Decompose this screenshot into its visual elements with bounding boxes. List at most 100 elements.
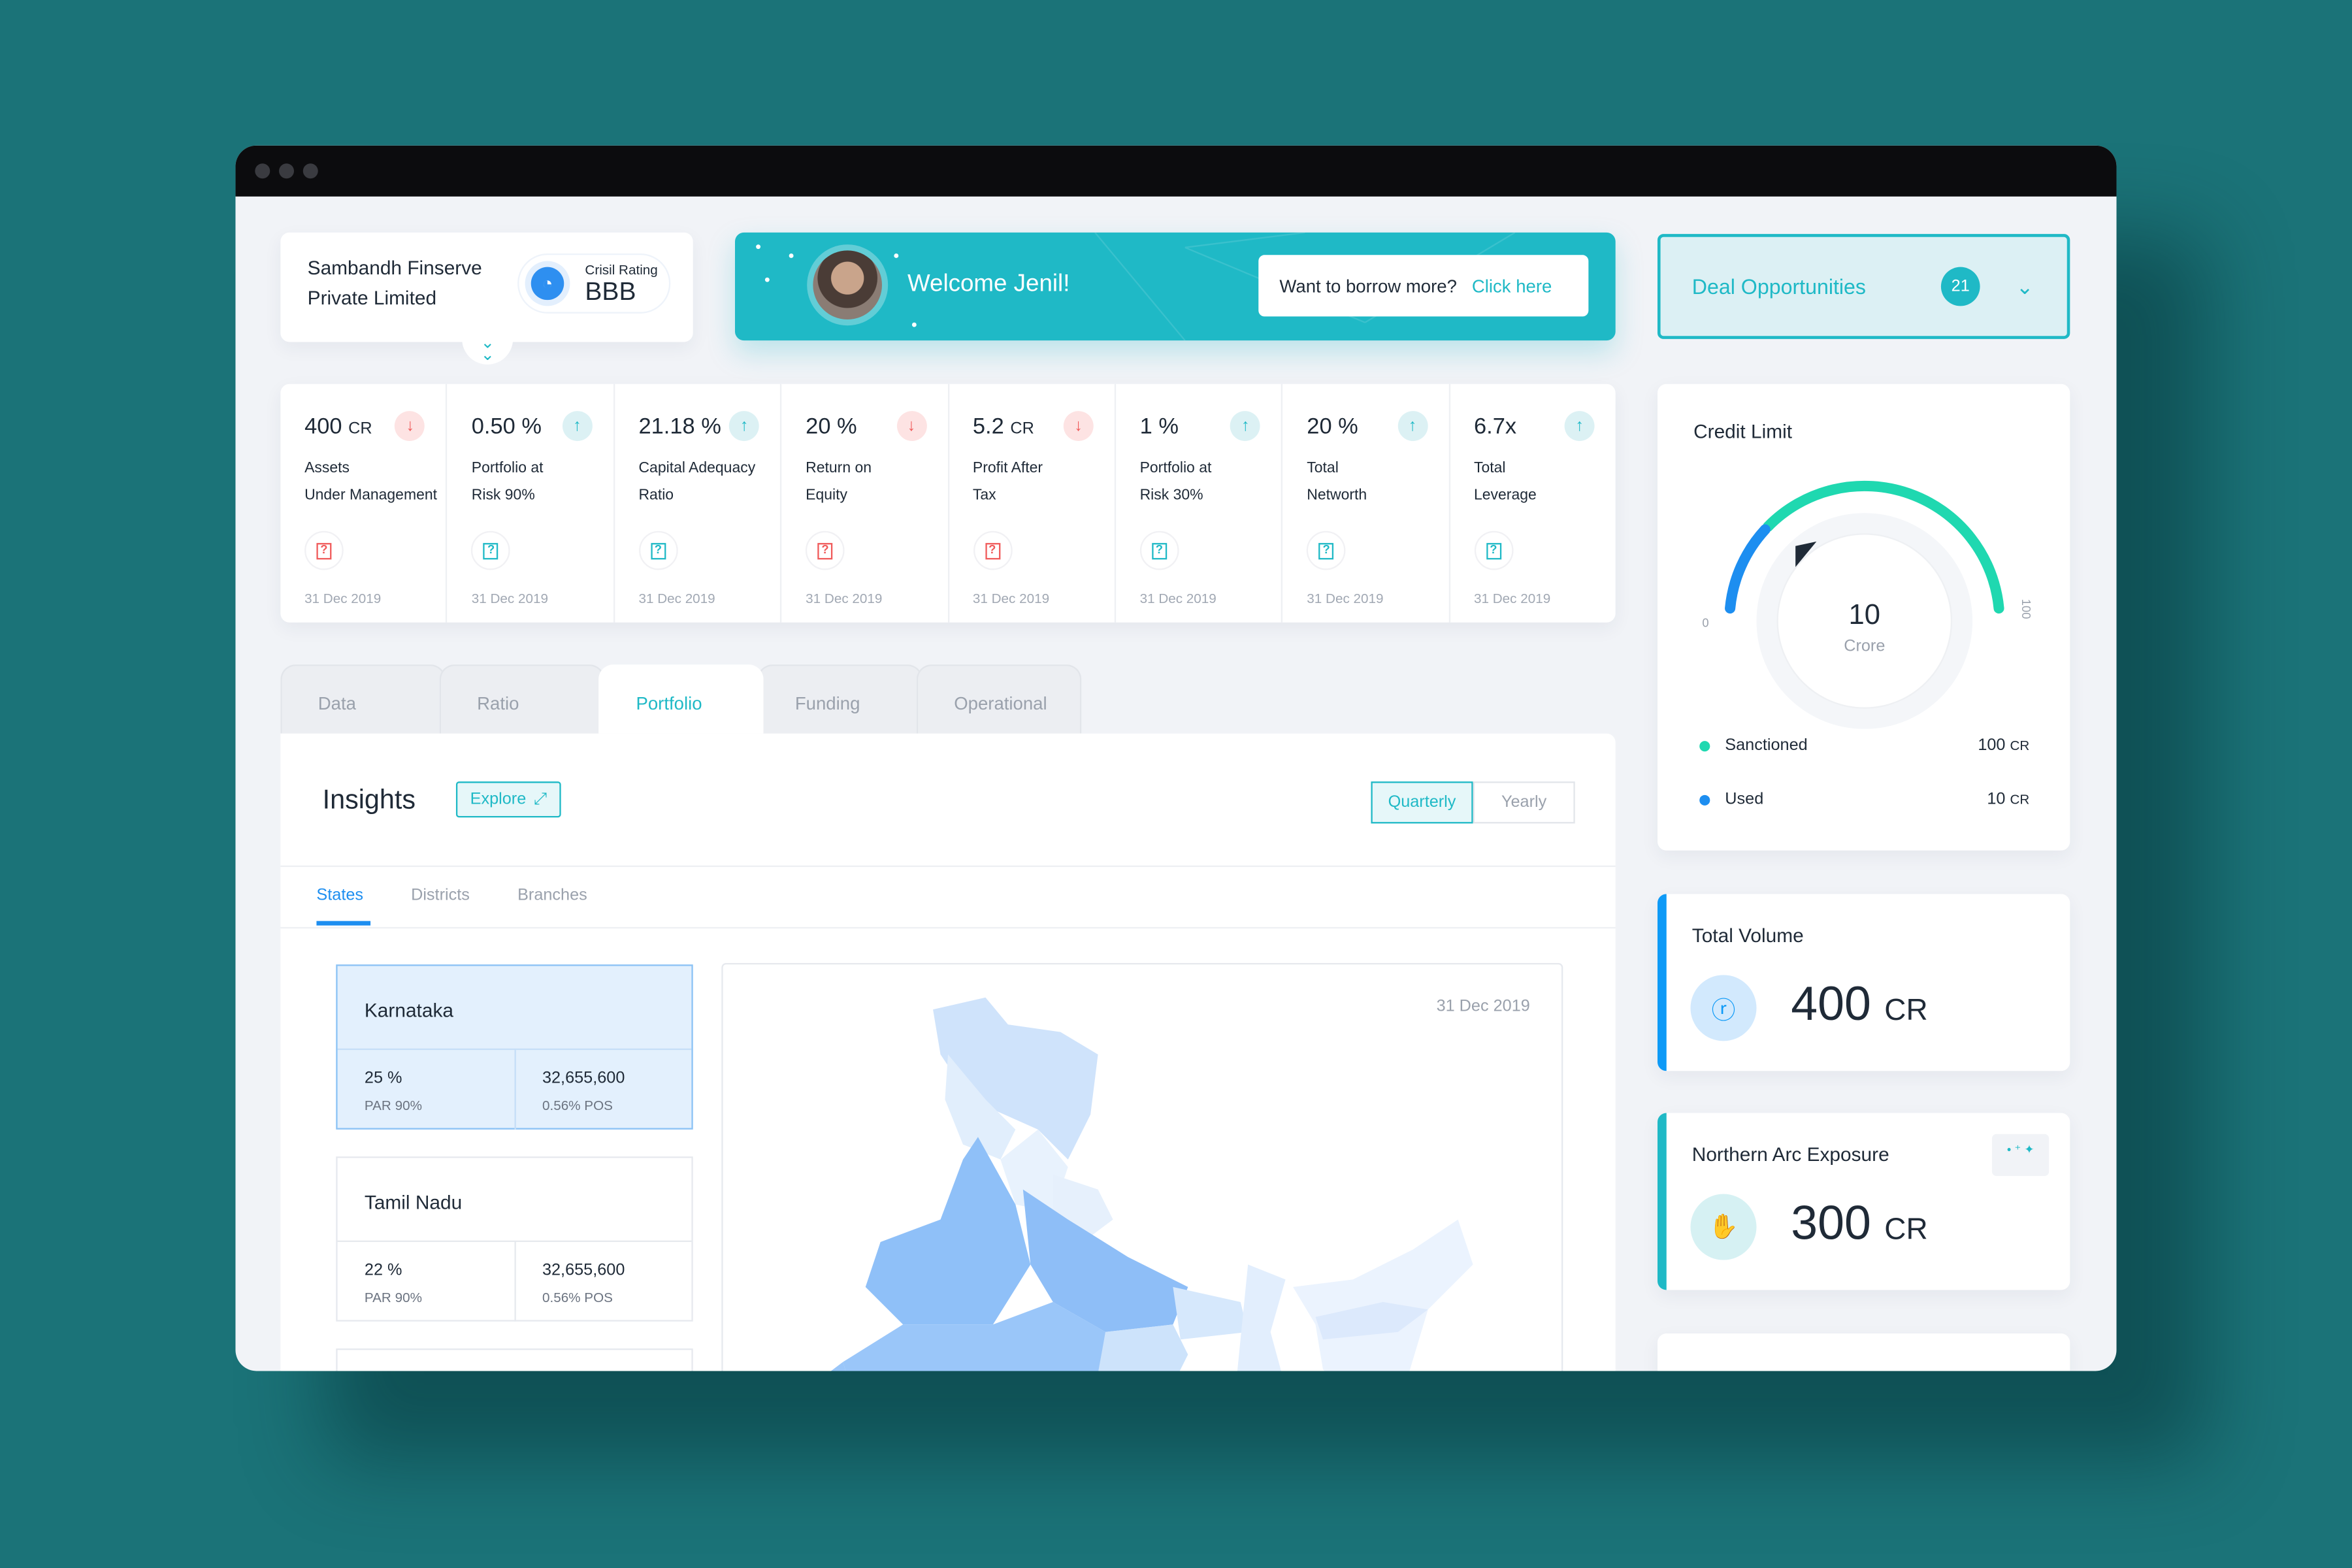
- help-icon[interactable]: ?: [972, 531, 1012, 570]
- kpi-card[interactable]: 5.2 CR ↓ Profit After Tax ? 31 Dec 2019: [949, 384, 1116, 623]
- region-northeast: [1293, 1219, 1473, 1371]
- arrow-up-icon: ↑: [562, 411, 593, 441]
- decor-star: [789, 253, 794, 258]
- credit-limit-card: Credit Limit 0 100 10 Crore Sanctioned 10…: [1657, 384, 2070, 851]
- deal-label: Deal Opportunities: [1691, 274, 1866, 299]
- decor-star: [894, 253, 899, 258]
- state-name: Tamil Nadu: [337, 1158, 692, 1243]
- kpi-card[interactable]: 20 % ↑ Total Networth ? 31 Dec 2019: [1283, 384, 1450, 623]
- active-subtab-indicator: [316, 921, 371, 926]
- expand-chevron-icon[interactable]: ⌄ ⌄: [462, 335, 514, 365]
- state-par: 25 %: [364, 1069, 402, 1088]
- india-map[interactable]: 31 Dec 2019: [721, 962, 1563, 1371]
- sparkle-icon[interactable]: • ⁺ ✦: [1991, 1134, 2050, 1176]
- help-icon[interactable]: ?: [1307, 531, 1346, 570]
- total-volume-value: 400: [1791, 976, 1871, 1031]
- help-icon[interactable]: ?: [471, 531, 511, 570]
- rupee-coin-icon: ⓡ: [1690, 975, 1757, 1041]
- rating-value: BBB: [585, 276, 636, 306]
- help-icon[interactable]: ?: [806, 531, 845, 570]
- kpi-value: 6.7x: [1474, 414, 1517, 440]
- state-amount: 32,655,600: [542, 1261, 625, 1280]
- explore-label: Explore: [470, 790, 527, 809]
- kpi-value: 1 %: [1139, 414, 1179, 440]
- divider: [280, 926, 1616, 929]
- kpi-card[interactable]: 0.50 % ↑ Portfolio at Risk 90% ? 31 Dec 2…: [448, 384, 615, 623]
- region-bihar: [1173, 1286, 1249, 1340]
- title-bar: [235, 145, 2117, 197]
- legend-label: Sanctioned: [1725, 736, 1808, 755]
- gauge-min-label: 0: [1702, 616, 1708, 630]
- arrow-up-icon: ↑: [729, 411, 760, 441]
- state-card[interactable]: [336, 1348, 693, 1371]
- tab-funding[interactable]: Funding: [757, 664, 923, 734]
- decor-star: [764, 277, 770, 282]
- total-volume-card: Total Volume ⓡ 400 CR: [1657, 894, 2070, 1071]
- kpi-card[interactable]: 1 % ↑ Portfolio at Risk 30% ? 31 Dec 2019: [1116, 384, 1283, 623]
- tab-data[interactable]: Data: [280, 664, 446, 734]
- kpi-label-line2: Tax: [972, 487, 996, 504]
- tab-portfolio[interactable]: Portfolio: [598, 664, 764, 734]
- legend-dot: [1699, 740, 1710, 751]
- subtab-states[interactable]: States: [316, 887, 363, 905]
- par-label: PAR 90%: [364, 1290, 422, 1305]
- state-par: 22 %: [364, 1261, 402, 1280]
- subtab-districts[interactable]: Districts: [411, 887, 470, 905]
- insights-title: Insights: [322, 784, 416, 815]
- kpi-label-line1: Portfolio at: [1139, 460, 1212, 478]
- total-volume-unit: CR: [1884, 994, 1928, 1028]
- crisil-rating-badge: ◔ Crisil Rating BBB: [517, 253, 671, 314]
- explore-button[interactable]: Explore ⤢: [455, 781, 561, 818]
- exposure-value: 300: [1791, 1195, 1871, 1250]
- decor-star: [911, 322, 917, 327]
- kpi-label-line1: Profit After: [972, 460, 1043, 478]
- tab-operational[interactable]: Operational: [916, 664, 1082, 734]
- app-window: Sambandh Finserve Private Limited ◔ Cris…: [235, 145, 2117, 1371]
- kpi-label-line1: Return on: [806, 460, 872, 478]
- welcome-banner: Welcome Jenil! Want to borrow more? Clic…: [734, 232, 1616, 341]
- help-icon[interactable]: ?: [1139, 531, 1179, 570]
- help-icon[interactable]: ?: [638, 531, 678, 570]
- kpi-label-line1: Capital Adequacy: [638, 460, 756, 478]
- kpi-card[interactable]: 21.18 % ↑ Capital Adequacy Ratio ? 31 Dec…: [615, 384, 782, 623]
- kpi-row: 400 CR ↓ Assets Under Management ? 31 Dec…: [280, 384, 1616, 623]
- borrow-more-box: Want to borrow more? Click here: [1258, 255, 1589, 317]
- state-card-tamil-nadu[interactable]: Tamil Nadu 22 % PAR 90% 32,655,600 0.56% P…: [336, 1156, 693, 1322]
- minimize-button[interactable]: [279, 163, 294, 179]
- kpi-card[interactable]: 6.7x ↑ Total Leverage ? 31 Dec 2019: [1450, 384, 1615, 623]
- gauge-unit: Crore: [1844, 636, 1885, 655]
- pos-label: 0.56% POS: [542, 1098, 613, 1113]
- kpi-card[interactable]: 20 % ↓ Return on Equity ? 31 Dec 2019: [781, 384, 949, 623]
- maximize-button[interactable]: [302, 163, 318, 179]
- legend-value: 10: [1987, 790, 2006, 809]
- quarterly-button[interactable]: Quarterly: [1371, 781, 1473, 824]
- northern-arc-exposure-card: Northern Arc Exposure • ⁺ ✦ ✋ 300 CR: [1657, 1113, 2070, 1290]
- period-toggle: Quarterly Yearly: [1371, 781, 1575, 824]
- deal-opportunities-dropdown[interactable]: Deal Opportunities 21 ⌄: [1657, 234, 2070, 339]
- gauge-max-label: 100: [2019, 599, 2033, 619]
- legend-dot: [1699, 794, 1710, 805]
- gauge-value: 10: [1849, 599, 1881, 630]
- kpi-value: 400: [304, 414, 342, 440]
- close-button[interactable]: [255, 163, 270, 179]
- yearly-button[interactable]: Yearly: [1473, 781, 1575, 824]
- borrow-prompt: Want to borrow more?: [1279, 275, 1457, 297]
- subtab-branches[interactable]: Branches: [517, 887, 587, 905]
- legend-label: Used: [1725, 790, 1764, 809]
- kpi-date: 31 Dec 2019: [471, 591, 548, 606]
- avatar[interactable]: [807, 244, 889, 326]
- click-here-link[interactable]: Click here: [1472, 275, 1552, 296]
- map-date: 31 Dec 2019: [1436, 997, 1530, 1016]
- kpi-date: 31 Dec 2019: [806, 591, 883, 606]
- legend-sanctioned: Sanctioned 100 CR: [1699, 736, 2029, 755]
- kpi-card[interactable]: 400 CR ↓ Assets Under Management ? 31 Dec…: [280, 384, 448, 623]
- legend-unit: CR: [2010, 792, 2030, 808]
- kpi-value: 20 %: [806, 414, 857, 440]
- total-volume-title: Total Volume: [1691, 924, 1804, 947]
- company-card[interactable]: Sambandh Finserve Private Limited ◔ Cris…: [280, 232, 693, 365]
- help-icon[interactable]: ?: [1474, 531, 1513, 570]
- help-icon[interactable]: ?: [304, 531, 344, 570]
- kpi-label-line1: Total: [1307, 460, 1339, 478]
- state-card-karnataka[interactable]: Karnataka 25 % PAR 90% 32,655,600 0.56% PO…: [336, 964, 693, 1130]
- tab-ratio[interactable]: Ratio: [439, 664, 605, 734]
